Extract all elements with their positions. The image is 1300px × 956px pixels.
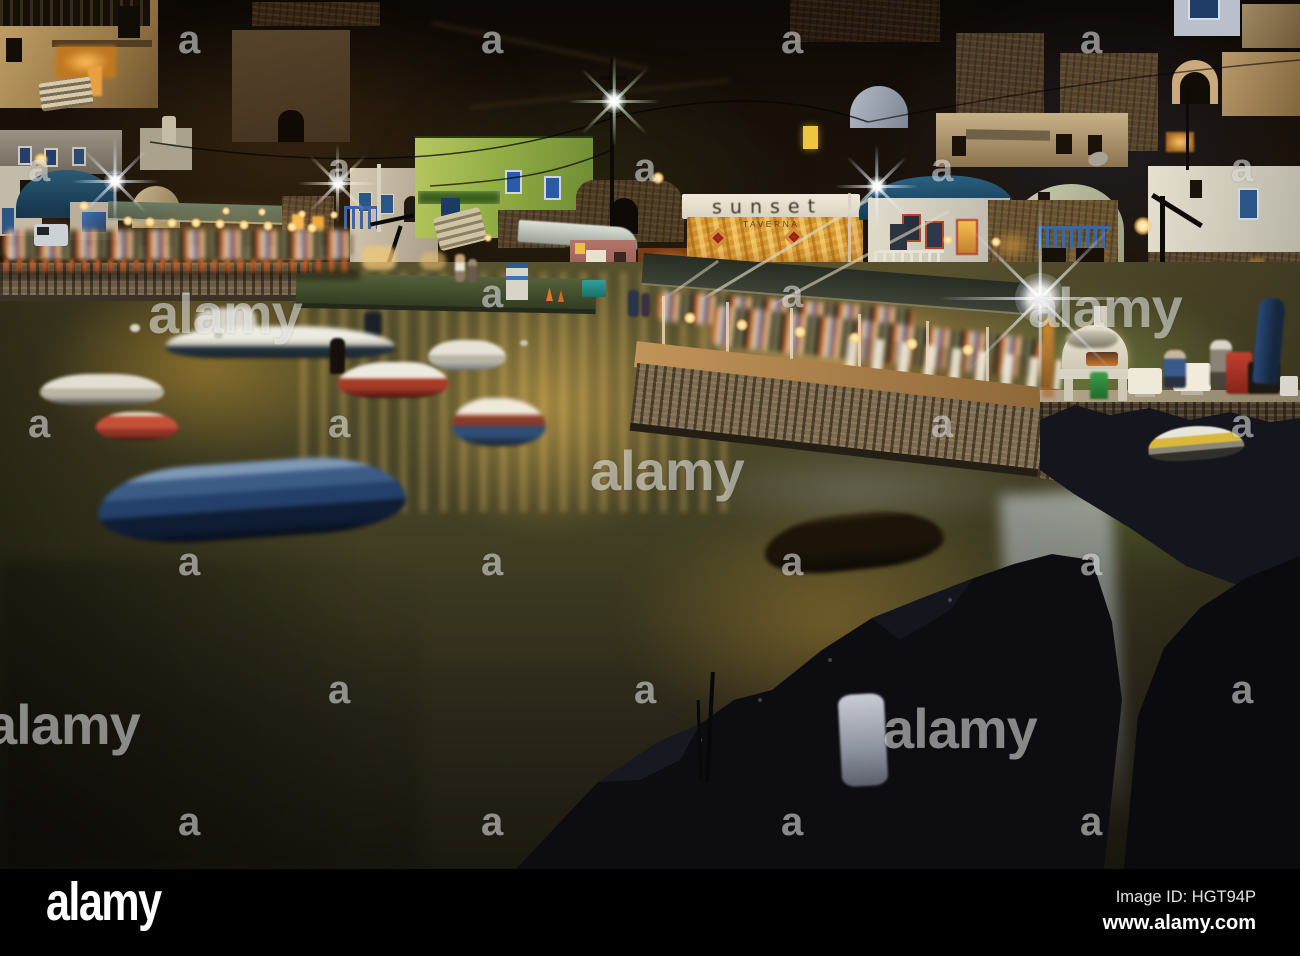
watermark-brand: alamy [590,439,745,502]
watermark-tile: a [781,540,804,584]
watermark-tile: a [28,146,51,190]
watermark-brand: alamy [883,697,1038,760]
watermark-tile: a [1080,800,1103,844]
stock-photo-page: sunset TAVERNA a a a a a a a a a a a a a… [0,0,1300,956]
watermark-tile: a [1231,146,1254,190]
watermark-tile: a [178,800,201,844]
watermark-tile: a [481,272,504,316]
watermark-tile: a [1080,18,1103,62]
watermark-tile: a [481,18,504,62]
watermark-tile: a [1231,402,1254,446]
watermark-tile: a [328,402,351,446]
watermark-tile: a [178,18,201,62]
watermark-layer: a a a a a a a a a a a a a a a a a a a a a a a a a a alamy alamy alam… [0,0,1300,869]
image-id-text: Image ID: HGT94P [1115,888,1256,906]
watermark-tile: a [28,402,51,446]
watermark-tile: a [1080,540,1103,584]
watermark-tile: a [1231,668,1254,712]
alamy-url: www.alamy.com [1102,912,1256,934]
watermark-tile: a [178,540,201,584]
watermark-tile: a [931,402,954,446]
watermark-tile: a [328,146,351,190]
watermark-brand: alamy [148,282,303,345]
watermark-tile: a [481,540,504,584]
watermark-tile: a [931,146,954,190]
alamy-footer-bar: alamy Image ID: HGT94P www.alamy.com [0,869,1300,956]
watermark-tile: a [781,800,804,844]
watermark-tile: a [781,272,804,316]
watermark-tile: a [634,668,657,712]
watermark-brand: alamy [1028,276,1183,339]
watermark-tile: a [634,146,657,190]
watermark-tile: a [481,800,504,844]
alamy-logo: alamy [46,872,162,932]
watermark-tile: a [781,18,804,62]
watermark-tile: a [328,668,351,712]
harbour-night-photo: sunset TAVERNA a a a a a a a a a a a a a… [0,0,1300,869]
watermark-brand: alamy [0,693,141,756]
